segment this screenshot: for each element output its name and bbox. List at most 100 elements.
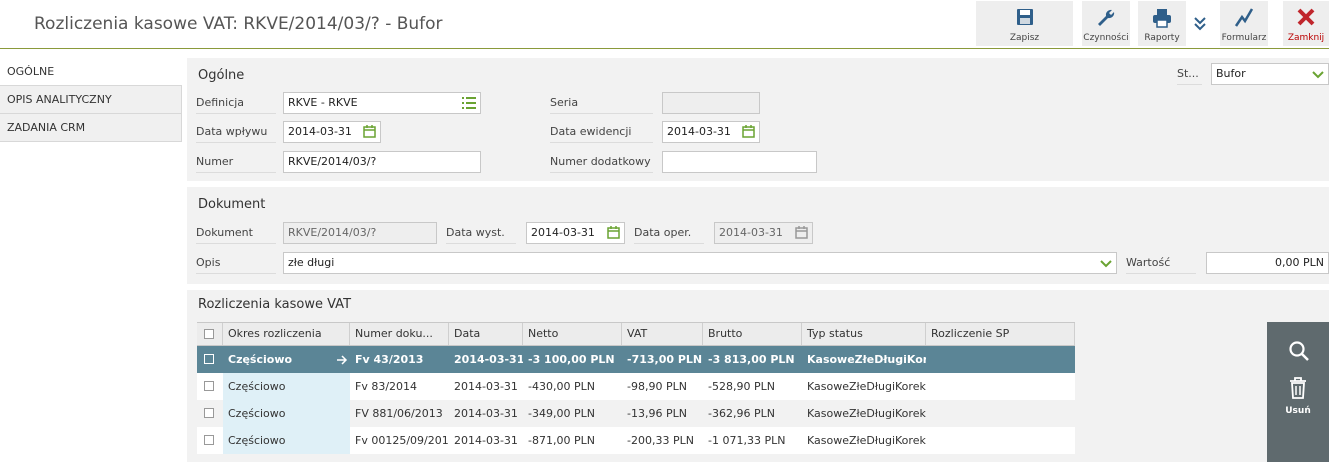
issue-date-field[interactable]: 2014-03-31: [526, 222, 625, 244]
row-vat: -713,00 PLN: [627, 353, 703, 366]
value-field[interactable]: 0,00 PLN: [1206, 252, 1329, 274]
save-icon: [1016, 9, 1033, 25]
save-button[interactable]: Zapisz: [976, 1, 1073, 46]
col-period[interactable]: Okres rozliczenia: [223, 323, 350, 345]
row-type: KasoweZłeDługiKorekta: [807, 407, 926, 420]
select-all-cell[interactable]: [197, 323, 223, 345]
row-vat: -98,90 PLN: [627, 380, 687, 393]
issue-date-value: 2014-03-31: [531, 226, 595, 239]
status-label: St...: [1177, 63, 1202, 85]
close-button[interactable]: Zamknij: [1283, 1, 1329, 46]
general-section: Ogólne St... Bufor Definicja RKVE - RKVE…: [187, 58, 1329, 181]
row-net: -349,00 PLN: [528, 407, 595, 420]
col-number[interactable]: Numer doku...: [350, 323, 449, 345]
definition-value: RKVE - RKVE: [288, 96, 358, 109]
description-field[interactable]: złe długi: [283, 252, 1117, 274]
general-section-title: Ogólne: [198, 68, 245, 83]
definition-label: Definicja: [196, 92, 276, 114]
row-period: Częściowo: [228, 353, 293, 366]
calendar-icon[interactable]: [742, 125, 755, 138]
row-checkbox[interactable]: [204, 381, 214, 391]
form-button[interactable]: Formularz: [1220, 1, 1268, 46]
col-vat[interactable]: VAT: [622, 323, 703, 345]
row-gross: -3 813,00 PLN: [708, 353, 795, 366]
printer-icon: [1153, 9, 1171, 28]
issue-date-label: Data wyst.: [446, 222, 516, 244]
form-chart-icon: [1234, 8, 1254, 27]
col-date[interactable]: Data: [449, 323, 523, 345]
op-date-field: 2014-03-31: [714, 222, 813, 244]
list-icon[interactable]: [462, 97, 476, 109]
calendar-icon[interactable]: [607, 226, 620, 239]
row-type: KasoweZłeDługiKorekta: [807, 353, 926, 366]
calendar-icon[interactable]: [363, 125, 376, 138]
col-gross[interactable]: Brutto: [703, 323, 802, 345]
description-value: złe długi: [288, 256, 335, 269]
col-type[interactable]: Typ status: [802, 323, 926, 345]
number-field[interactable]: RKVE/2014/03/?: [283, 151, 481, 173]
receipt-date-value: 2014-03-31: [288, 125, 352, 138]
table-row[interactable]: Częściowo Fv 43/2013 2014-03-31 -3 100,0…: [197, 346, 1075, 373]
save-label: Zapisz: [1009, 33, 1040, 43]
row-type: KasoweZłeDługiKorekta: [807, 434, 926, 447]
row-date: 2014-03-31: [454, 380, 518, 393]
sidebar-item-crm-tasks[interactable]: ZADANIA CRM: [0, 114, 182, 142]
status-value: Bufor: [1216, 67, 1246, 80]
row-net: -871,00 PLN: [528, 434, 595, 447]
search-button[interactable]: [1267, 332, 1329, 374]
row-checkbox[interactable]: [204, 435, 214, 445]
reports-label: Raporty: [1144, 33, 1180, 43]
row-gross: -1 071,33 PLN: [708, 434, 786, 447]
row-number: Fv 43/2013: [355, 353, 424, 366]
row-period: Częściowo: [223, 373, 350, 400]
row-checkbox[interactable]: [204, 408, 214, 418]
record-date-field[interactable]: 2014-03-31: [662, 121, 760, 143]
trash-icon: [1290, 377, 1306, 399]
extra-number-field[interactable]: [662, 151, 817, 173]
row-gross: -362,96 PLN: [708, 407, 775, 420]
document-section: Dokument Dokument RKVE/2014/03/? Data wy…: [187, 187, 1329, 284]
series-label: Seria: [550, 92, 653, 114]
status-select[interactable]: Bufor: [1211, 63, 1329, 85]
table-row[interactable]: Częściowo Fv 83/2014 2014-03-31 -430,00 …: [197, 373, 1075, 400]
row-number: FV 881/06/2013: [355, 407, 443, 420]
arrow-right-icon: [337, 355, 348, 365]
sidebar-item-general[interactable]: OGÓLNE: [0, 58, 182, 86]
reports-button[interactable]: Raporty: [1138, 1, 1186, 46]
definition-field[interactable]: RKVE - RKVE: [283, 92, 481, 114]
page-title: Rozliczenia kasowe VAT: RKVE/2014/03/? -…: [34, 14, 443, 34]
select-all-checkbox[interactable]: [204, 329, 214, 339]
actions-label: Czynności: [1083, 33, 1129, 43]
col-net[interactable]: Netto: [523, 323, 622, 345]
delete-button[interactable]: Usuń: [1267, 374, 1329, 422]
document-label: Dokument: [196, 222, 276, 244]
description-label: Opis: [196, 252, 276, 274]
row-number: Fv 00125/09/2013: [355, 434, 449, 447]
row-sp: [926, 427, 1075, 454]
table-row[interactable]: Częściowo Fv 00125/09/2013 2014-03-31 -8…: [197, 427, 1075, 454]
row-net: -430,00 PLN: [528, 380, 595, 393]
more-button[interactable]: [1188, 1, 1212, 46]
col-sp[interactable]: Rozliczenie SP: [926, 323, 1075, 345]
row-checkbox[interactable]: [204, 354, 214, 364]
chevron-down-icon[interactable]: [1100, 258, 1112, 270]
row-net: -3 100,00 PLN: [528, 353, 615, 366]
close-label: Zamknij: [1287, 33, 1325, 43]
chevron-down-icon: [1312, 71, 1324, 79]
row-period: Częściowo: [223, 400, 350, 427]
wrench-icon: [1098, 9, 1115, 26]
row-sp: [926, 400, 1075, 427]
table-row[interactable]: Częściowo FV 881/06/2013 2014-03-31 -349…: [197, 400, 1075, 427]
number-label: Numer: [196, 151, 276, 173]
actions-button[interactable]: Czynności: [1082, 1, 1130, 46]
row-vat: -13,96 PLN: [627, 407, 687, 420]
window-header: Rozliczenia kasowe VAT: RKVE/2014/03/? -…: [0, 0, 1329, 49]
row-type: KasoweZłeDługiKorekta: [807, 380, 926, 393]
search-icon: [1289, 341, 1309, 361]
grid-header: Okres rozliczenia Numer doku... Data Net…: [197, 322, 1075, 346]
calendar-icon: [795, 226, 808, 239]
vat-settlements-title: Rozliczenia kasowe VAT: [198, 297, 352, 312]
receipt-date-field[interactable]: 2014-03-31: [283, 121, 381, 143]
sidebar-item-analytic-description[interactable]: OPIS ANALITYCZNY: [0, 86, 182, 114]
series-field: [662, 92, 760, 114]
